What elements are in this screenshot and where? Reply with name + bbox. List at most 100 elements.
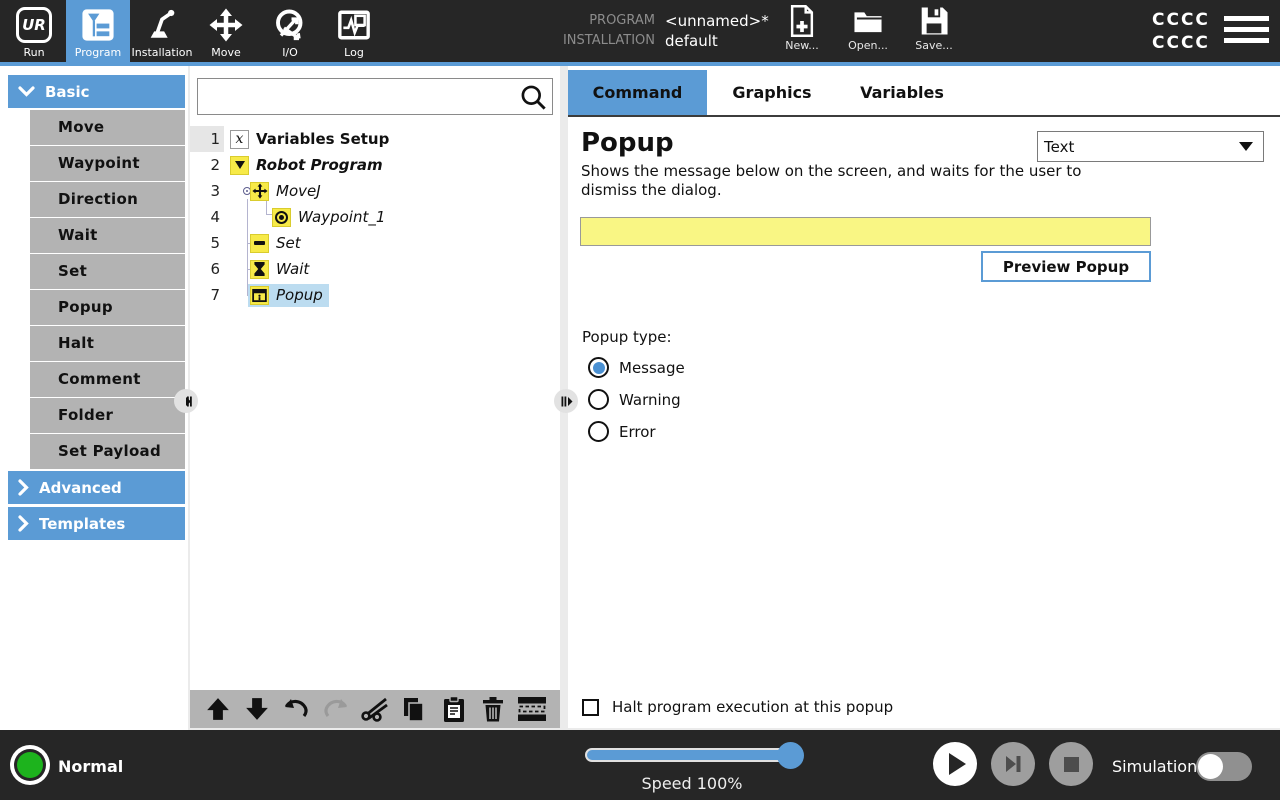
delete-icon[interactable] xyxy=(478,694,508,724)
collapse-sidebar-handle[interactable] xyxy=(174,389,198,413)
move-up-icon[interactable] xyxy=(203,694,233,724)
robot-arm-icon xyxy=(145,4,179,46)
nav-program[interactable]: Program xyxy=(66,0,130,62)
popup-source-dropdown[interactable]: Text xyxy=(1037,131,1264,162)
sidebar-item-comment[interactable]: Comment xyxy=(30,362,185,397)
sidebar-item-set[interactable]: Set xyxy=(30,254,185,289)
speed-label: Speed 100% xyxy=(585,774,799,793)
popup-type-label: Popup type: xyxy=(582,328,672,346)
hamburger-menu-icon[interactable] xyxy=(1224,16,1269,46)
open-folder-icon xyxy=(852,5,884,37)
move-arrows-icon xyxy=(208,4,244,46)
expand-panel-handle[interactable] xyxy=(554,389,578,413)
tree-row-robot-program[interactable]: 2 Robot Program xyxy=(190,152,560,178)
redo-icon[interactable] xyxy=(321,694,351,724)
command-sidebar: Basic Move Waypoint Direction Wait Set P… xyxy=(0,66,188,730)
sidebar-section-templates[interactable]: Templates xyxy=(8,507,185,540)
popup-description: Shows the message below on the screen, a… xyxy=(581,162,1086,200)
halt-checkbox[interactable] xyxy=(582,699,599,716)
nav-run[interactable]: UR Run xyxy=(2,0,66,62)
tree-row-popup[interactable]: 7 Popup xyxy=(190,282,560,308)
robot-status-label: Normal xyxy=(58,757,123,776)
radio-warning[interactable]: Warning xyxy=(588,389,681,410)
ur-logo-icon: UR xyxy=(16,4,52,46)
nav-log[interactable]: Log xyxy=(322,0,386,62)
save-button[interactable]: Save... xyxy=(912,5,956,52)
chevron-down-icon xyxy=(18,86,35,97)
tree-row-wait[interactable]: 6 Wait xyxy=(190,256,560,282)
move-down-icon[interactable] xyxy=(242,694,272,724)
variables-icon: x xyxy=(230,130,249,149)
radio-button-selected[interactable] xyxy=(588,357,609,378)
footer-bar: Normal Speed 100% Simulation xyxy=(0,730,1280,800)
new-button[interactable]: New... xyxy=(780,5,824,52)
radio-message[interactable]: Message xyxy=(588,357,685,378)
toggle-knob xyxy=(1198,754,1223,779)
polyscope-screen: UR Run Program Installation Move xyxy=(0,0,1280,800)
program-info: PROGRAM INSTALLATION <unnamed>* default xyxy=(540,11,795,51)
file-buttons: New... Open... Save... xyxy=(780,5,956,52)
movej-icon xyxy=(250,182,269,201)
program-tree-panel: 1 x Variables Setup 2 Robot Program 3 Mo… xyxy=(190,66,560,728)
tree-row-set[interactable]: 5 Set xyxy=(190,230,560,256)
robot-program-icon xyxy=(230,156,249,175)
speed-slider-handle[interactable] xyxy=(777,742,804,769)
tree-row-variables-setup[interactable]: 1 x Variables Setup xyxy=(190,126,560,152)
speed-slider-track[interactable] xyxy=(585,748,799,762)
sidebar-item-wait[interactable]: Wait xyxy=(30,218,185,253)
cut-icon[interactable] xyxy=(360,694,390,724)
radio-button[interactable] xyxy=(588,421,609,442)
stop-button[interactable] xyxy=(1049,742,1093,786)
simulation-toggle[interactable] xyxy=(1196,752,1252,781)
paste-icon[interactable] xyxy=(439,694,469,724)
save-floppy-icon xyxy=(919,5,949,37)
popup-icon xyxy=(250,286,269,305)
play-icon xyxy=(949,753,966,775)
nav-io[interactable]: I/O xyxy=(258,0,322,62)
preview-popup-button[interactable]: Preview Popup xyxy=(981,251,1151,282)
undo-icon[interactable] xyxy=(281,694,311,724)
play-button[interactable] xyxy=(933,742,977,786)
open-button[interactable]: Open... xyxy=(846,5,890,52)
sidebar-section-basic[interactable]: Basic xyxy=(8,75,185,108)
search-input[interactable] xyxy=(202,81,512,111)
radio-error[interactable]: Error xyxy=(588,421,656,442)
tree-row-movej[interactable]: 3 MoveJ xyxy=(190,178,560,204)
set-icon xyxy=(250,234,269,253)
chevron-right-icon xyxy=(18,479,29,496)
search-icon[interactable] xyxy=(519,83,548,112)
sidebar-item-halt[interactable]: Halt xyxy=(30,326,185,361)
suppress-icon[interactable] xyxy=(517,694,547,724)
top-bar: UR Run Program Installation Move xyxy=(0,0,1280,62)
sidebar-item-direction[interactable]: Direction xyxy=(30,182,185,217)
step-button[interactable] xyxy=(991,742,1035,786)
nav-installation[interactable]: Installation xyxy=(130,0,194,62)
sidebar-item-folder[interactable]: Folder xyxy=(30,398,185,433)
sidebar-item-waypoint[interactable]: Waypoint xyxy=(30,146,185,181)
io-icon xyxy=(272,4,308,46)
command-panel: Command Graphics Variables Popup Text Sh… xyxy=(568,66,1280,728)
radio-button[interactable] xyxy=(588,389,609,410)
tree-toolbar xyxy=(190,690,560,728)
halt-checkbox-row[interactable]: Halt program execution at this popup xyxy=(582,698,893,716)
dropdown-value: Text xyxy=(1044,138,1239,156)
program-tree: 1 x Variables Setup 2 Robot Program 3 Mo… xyxy=(190,126,560,308)
program-label: PROGRAM xyxy=(540,11,655,31)
sidebar-item-popup[interactable]: Popup xyxy=(30,290,185,325)
sidebar-item-move[interactable]: Move xyxy=(30,110,185,145)
robot-status-icon[interactable] xyxy=(10,745,50,785)
log-chart-icon xyxy=(337,4,371,46)
sidebar-section-advanced[interactable]: Advanced xyxy=(8,471,185,504)
sidebar-item-set-payload[interactable]: Set Payload xyxy=(30,434,185,469)
copy-icon[interactable] xyxy=(399,694,429,724)
tree-row-waypoint-1[interactable]: 4 Waypoint_1 xyxy=(190,204,560,230)
clock-line-1: CCCC xyxy=(1152,9,1210,32)
tab-variables[interactable]: Variables xyxy=(837,70,967,115)
clock-line-2: CCCC xyxy=(1152,32,1210,55)
tab-graphics[interactable]: Graphics xyxy=(707,70,837,115)
tab-command[interactable]: Command xyxy=(568,70,707,115)
clock: CCCC CCCC xyxy=(1152,9,1210,55)
tree-search xyxy=(197,78,553,115)
popup-message-field[interactable] xyxy=(580,217,1151,246)
nav-move[interactable]: Move xyxy=(194,0,258,62)
